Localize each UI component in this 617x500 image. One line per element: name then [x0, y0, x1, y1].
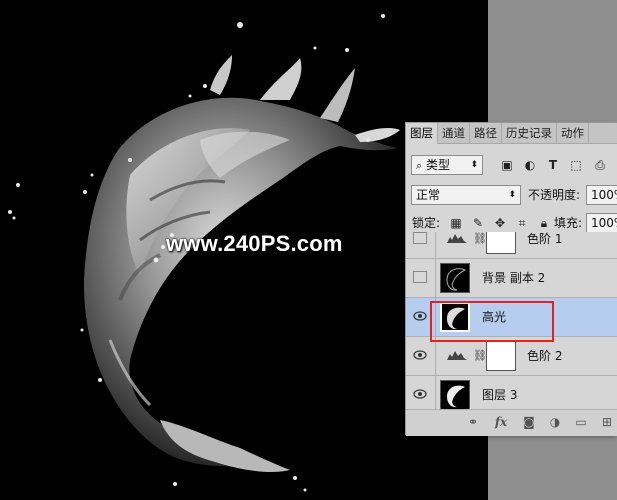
fill-label: 填充: [554, 216, 583, 230]
lock-all-icon[interactable]: 🔒︎ [537, 216, 551, 230]
panel-tabs: 图层 通道 路径 历史记录 动作 [406, 123, 617, 144]
layer-row[interactable]: 背景 副本 2 [406, 259, 617, 298]
blend-row: 正常 ⬍ 不透明度: 100% [406, 185, 617, 207]
new-layer-icon[interactable]: ⊞ [600, 415, 614, 429]
filter-shape-icon[interactable]: ⬚ [569, 158, 583, 172]
search-icon: ⌕ [416, 159, 423, 172]
select-arrows-icon: ⬍ [470, 160, 478, 170]
layer-mask-thumbnail[interactable] [486, 232, 516, 254]
lock-paint-icon[interactable]: ✎ [471, 216, 485, 230]
filter-kind-select[interactable]: ⌕ 类型 ⬍ [411, 155, 483, 175]
blend-mode-value: 正常 [416, 188, 441, 202]
filter-type-icon[interactable]: T [546, 158, 560, 172]
layer-name: 色阶 2 [527, 349, 563, 363]
annotation-highlight-box [430, 301, 554, 342]
adjustment-icon[interactable]: ◑ [548, 415, 562, 429]
visibility-toggle[interactable] [413, 271, 427, 283]
eye-icon[interactable] [413, 388, 427, 400]
layer-name: 色阶 1 [527, 232, 563, 246]
layer-row[interactable]: ⛓︎ 色阶 1 [406, 232, 617, 259]
lock-artboard-icon[interactable]: ⌗ [515, 216, 529, 230]
layer-row[interactable]: ⛓︎ 色阶 2 [406, 337, 617, 376]
eye-icon[interactable] [413, 349, 427, 361]
filter-row: ⌕ 类型 ⬍ ▣ ◐ T ⬚ ⎙ [406, 155, 617, 177]
tab-paths[interactable]: 路径 [470, 123, 502, 143]
eye-icon[interactable] [413, 310, 427, 322]
opacity-input[interactable]: 100% [586, 185, 617, 205]
link-icon[interactable]: ⛓︎ [473, 349, 487, 363]
tab-channels[interactable]: 通道 [438, 123, 470, 143]
select-arrows-icon: ⬍ [508, 190, 516, 200]
tab-layers[interactable]: 图层 [406, 123, 438, 144]
layer-name: 背景 副本 2 [482, 271, 546, 285]
visibility-toggle[interactable] [413, 232, 427, 244]
fill-input[interactable]: 100% [586, 213, 617, 233]
tab-actions[interactable]: 动作 [557, 123, 589, 143]
folder-icon[interactable]: ▭ [574, 415, 588, 429]
layer-row[interactable]: 图层 3 [406, 376, 617, 409]
layer-name: 图层 3 [482, 388, 518, 402]
filter-kind-value: 类型 [426, 158, 451, 172]
blend-mode-select[interactable]: 正常 ⬍ [411, 185, 521, 205]
layer-thumbnail[interactable] [440, 263, 470, 293]
lock-move-icon[interactable]: ✥ [493, 216, 507, 230]
filter-adjustment-icon[interactable]: ◐ [523, 158, 537, 172]
link-icon[interactable]: ⚭ [466, 415, 480, 429]
levels-icon [447, 351, 467, 360]
layer-mask-thumbnail[interactable] [486, 341, 516, 371]
add-mask-icon[interactable]: ◙ [522, 415, 536, 429]
link-icon[interactable]: ⛓︎ [473, 232, 487, 246]
layers-panel: 图层 通道 路径 历史记录 动作 ⌕ 类型 ⬍ ▣ ◐ T ⬚ ⎙ 正常 ⬍ 不… [405, 122, 617, 436]
fx-icon[interactable]: fx [494, 415, 508, 429]
layer-thumbnail[interactable] [440, 380, 470, 409]
filter-smartobject-icon[interactable]: ⎙ [593, 158, 607, 172]
lock-transparent-icon[interactable]: ▦ [449, 216, 463, 230]
opacity-label: 不透明度: [528, 188, 581, 202]
levels-icon [447, 234, 467, 243]
tab-history[interactable]: 历史记录 [502, 123, 557, 143]
layers-bottom-toolbar: ⚭ fx ◙ ◑ ▭ ⊞ [406, 409, 617, 436]
filter-pixel-icon[interactable]: ▣ [500, 158, 514, 172]
lock-label: 锁定: [412, 216, 441, 230]
watermark-text: www.240PS.com [166, 231, 343, 256]
